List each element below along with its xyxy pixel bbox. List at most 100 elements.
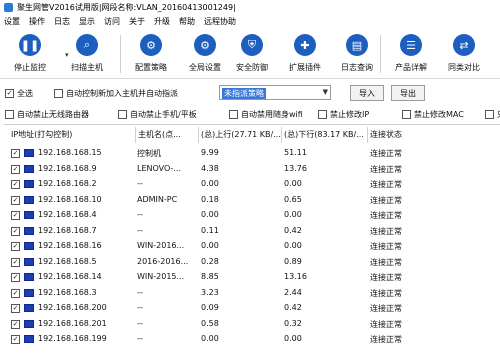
checkbox-icon[interactable]	[318, 110, 327, 119]
checkbox-icon[interactable]	[485, 110, 494, 119]
toolbar-button[interactable]: ✚ 扩展插件	[278, 31, 332, 77]
row-checkbox[interactable]: ✓	[11, 335, 20, 344]
row-checkbox[interactable]: ✓	[11, 319, 20, 329]
row-checkbox[interactable]: ✓	[11, 211, 20, 220]
select-all-checkbox[interactable]: ✓ 全选	[5, 88, 33, 99]
row-checkbox[interactable]: ✓	[11, 273, 20, 282]
menu-item[interactable]: 日志	[54, 16, 70, 27]
cell-ip: 192.168.168.2	[38, 179, 97, 188]
toolbar-button-label: 停止监控	[14, 63, 46, 72]
option-checkbox[interactable]: 禁止修改MAC	[402, 109, 464, 120]
cell-down: 0.00	[284, 241, 302, 250]
menu-item[interactable]: 操作	[29, 16, 45, 27]
computer-icon	[24, 273, 34, 281]
toolbar-separator	[120, 35, 121, 73]
app-icon	[4, 2, 13, 12]
menu-item[interactable]: 显示	[79, 16, 95, 27]
cell-ip: 192.168.168.3	[38, 287, 97, 297]
row-checkbox[interactable]: ✓	[11, 149, 20, 158]
row-checkbox[interactable]: ✓	[11, 288, 20, 298]
header-hostname[interactable]: 主机名(点...	[135, 127, 181, 143]
toolbar-button[interactable]: ✓便利	[485, 31, 500, 77]
policy-select[interactable]: 未指派策略 ▼	[219, 85, 331, 100]
import-button[interactable]: 导入	[350, 85, 384, 101]
cell-ip: 192.168.168.201	[38, 318, 107, 328]
checkbox-icon[interactable]	[402, 110, 411, 119]
table-row[interactable]: ✓ 192.168.168.2 -- 0.00 0.00 连接正常	[4, 178, 500, 191]
menu-item[interactable]: 访问	[104, 16, 120, 27]
cell-ip: 192.168.168.4	[38, 210, 97, 219]
table-row[interactable]: ✓ 192.168.168.9 LENOVO-... 4.38 13.76 连接正常	[4, 163, 500, 176]
checkbox-icon[interactable]	[5, 110, 14, 119]
header-status[interactable]: 连接状态	[367, 127, 402, 143]
global-settings-icon: ⚙	[194, 34, 216, 56]
menu-item[interactable]: 关于	[129, 16, 145, 27]
option-label: 禁止修改MAC	[414, 110, 464, 119]
table-row[interactable]: ✓ 192.168.168.3 -- 3.23 2.44 连接正常	[4, 287, 500, 300]
option-checkbox[interactable]: 只	[485, 109, 500, 120]
cell-host: --	[137, 287, 143, 297]
cell-host: LENOVO-...	[137, 163, 182, 173]
option-checkbox[interactable]: 自动禁止无线路由器	[5, 109, 89, 120]
table-row[interactable]: ✓ 192.168.168.16 WIN-2016... 0.00 0.00 连接正常	[4, 240, 500, 253]
toolbar-button[interactable]: ⚙ 全局设置	[178, 31, 232, 77]
cell-up: 0.00	[201, 334, 219, 343]
cell-status: 连接正常	[370, 226, 402, 236]
table-row[interactable]: ✓ 192.168.168.201 -- 0.58 0.32 连接正常	[4, 318, 500, 331]
toolbar-button[interactable]: ⚙ 配置策略	[124, 31, 178, 77]
row-checkbox[interactable]: ✓	[11, 180, 20, 189]
toolbar-button[interactable]: ❚❚ 停止监控	[3, 31, 57, 77]
table-row[interactable]: ✓ 192.168.168.200 -- 0.09 0.42 连接正常	[4, 302, 500, 315]
row-checkbox[interactable]: ✓	[11, 164, 20, 174]
cell-status: 连接正常	[370, 195, 402, 205]
checkbox-icon[interactable]	[118, 110, 127, 119]
checkbox-icon[interactable]	[229, 110, 238, 119]
log-query-icon: ▤	[346, 34, 368, 56]
cell-down: 51.11	[284, 148, 307, 157]
cell-host: --	[137, 179, 143, 188]
menu-item[interactable]: 远程协助	[204, 16, 236, 27]
row-checkbox[interactable]: ✓	[11, 195, 20, 205]
options-row: 自动禁止无线路由器 自动禁止手机/平板 自动禁用随身wifi 禁止修改IP 禁止修改MA…	[0, 106, 500, 122]
table-row[interactable]: ✓ 192.168.168.5 2016-2016... 0.28 0.89 连接正常	[4, 256, 500, 269]
computer-icon	[24, 288, 34, 297]
header-ip[interactable]: IP地址(打勾控制)	[11, 129, 72, 140]
toolbar-button[interactable]: ☰ 产品详解	[384, 31, 438, 77]
row-checkbox[interactable]: ✓	[11, 226, 20, 236]
select-all-check-icon[interactable]: ✓	[5, 89, 14, 98]
toolbar-button-label: 产品详解	[395, 63, 427, 72]
table-row[interactable]: ✓ 192.168.168.199 -- 0.00 0.00 连接正常	[4, 333, 500, 346]
row-checkbox[interactable]: ✓	[11, 257, 20, 267]
header-upload[interactable]: (总)上行(27.71 KB/...	[198, 127, 281, 143]
option-checkbox[interactable]: 禁止修改IP	[318, 109, 369, 120]
option-checkbox[interactable]: 自动禁止手机/平板	[118, 109, 197, 120]
table-row[interactable]: ✓ 192.168.168.10 ADMIN-PC 0.18 0.65 连接正常	[4, 194, 500, 207]
cell-down: 0.00	[284, 334, 302, 343]
toolbar-button-label: 扩展插件	[289, 63, 321, 72]
cell-status: 连接正常	[370, 319, 402, 329]
menu-item[interactable]: 升级	[154, 16, 170, 27]
table-row[interactable]: ✓ 192.168.168.7 -- 0.11 0.42 连接正常	[4, 225, 500, 238]
cell-up: 0.00	[201, 241, 219, 250]
menu-item[interactable]: 帮助	[179, 16, 195, 27]
table-row[interactable]: ✓ 192.168.168.14 WIN-2015... 8.85 13.16 连接正常	[4, 271, 500, 284]
menu-item[interactable]: 设置	[4, 16, 20, 27]
table-row[interactable]: ✓ 192.168.168.15 控制机 9.99 51.11 连接正常	[4, 147, 500, 160]
auto-policy-checkbox[interactable]: 自动控制新加入主机并自动指派	[54, 88, 178, 99]
header-download[interactable]: (总)下行(83.17 KB/...	[281, 127, 364, 143]
scan-icon: ⌕	[76, 34, 98, 56]
cell-status: 连接正常	[370, 304, 402, 313]
export-button[interactable]: 导出	[391, 85, 425, 101]
option-checkbox[interactable]: 自动禁用随身wifi	[229, 109, 303, 120]
cell-up: 3.23	[201, 287, 219, 297]
dropdown-arrow-icon[interactable]: ▾	[65, 51, 69, 59]
toolbar-button[interactable]: ⇄ 同类对比	[437, 31, 491, 77]
toolbar-button[interactable]: ⛨ 安全防御	[225, 31, 279, 77]
row-checkbox[interactable]: ✓	[11, 242, 20, 251]
toolbar-button[interactable]: ▤ 日志查询	[330, 31, 384, 77]
cell-up: 4.38	[201, 163, 219, 173]
auto-policy-check-icon[interactable]	[54, 89, 63, 98]
chevron-down-icon[interactable]: ▼	[323, 88, 328, 96]
row-checkbox[interactable]: ✓	[11, 304, 20, 313]
table-row[interactable]: ✓ 192.168.168.4 -- 0.00 0.00 连接正常	[4, 209, 500, 222]
